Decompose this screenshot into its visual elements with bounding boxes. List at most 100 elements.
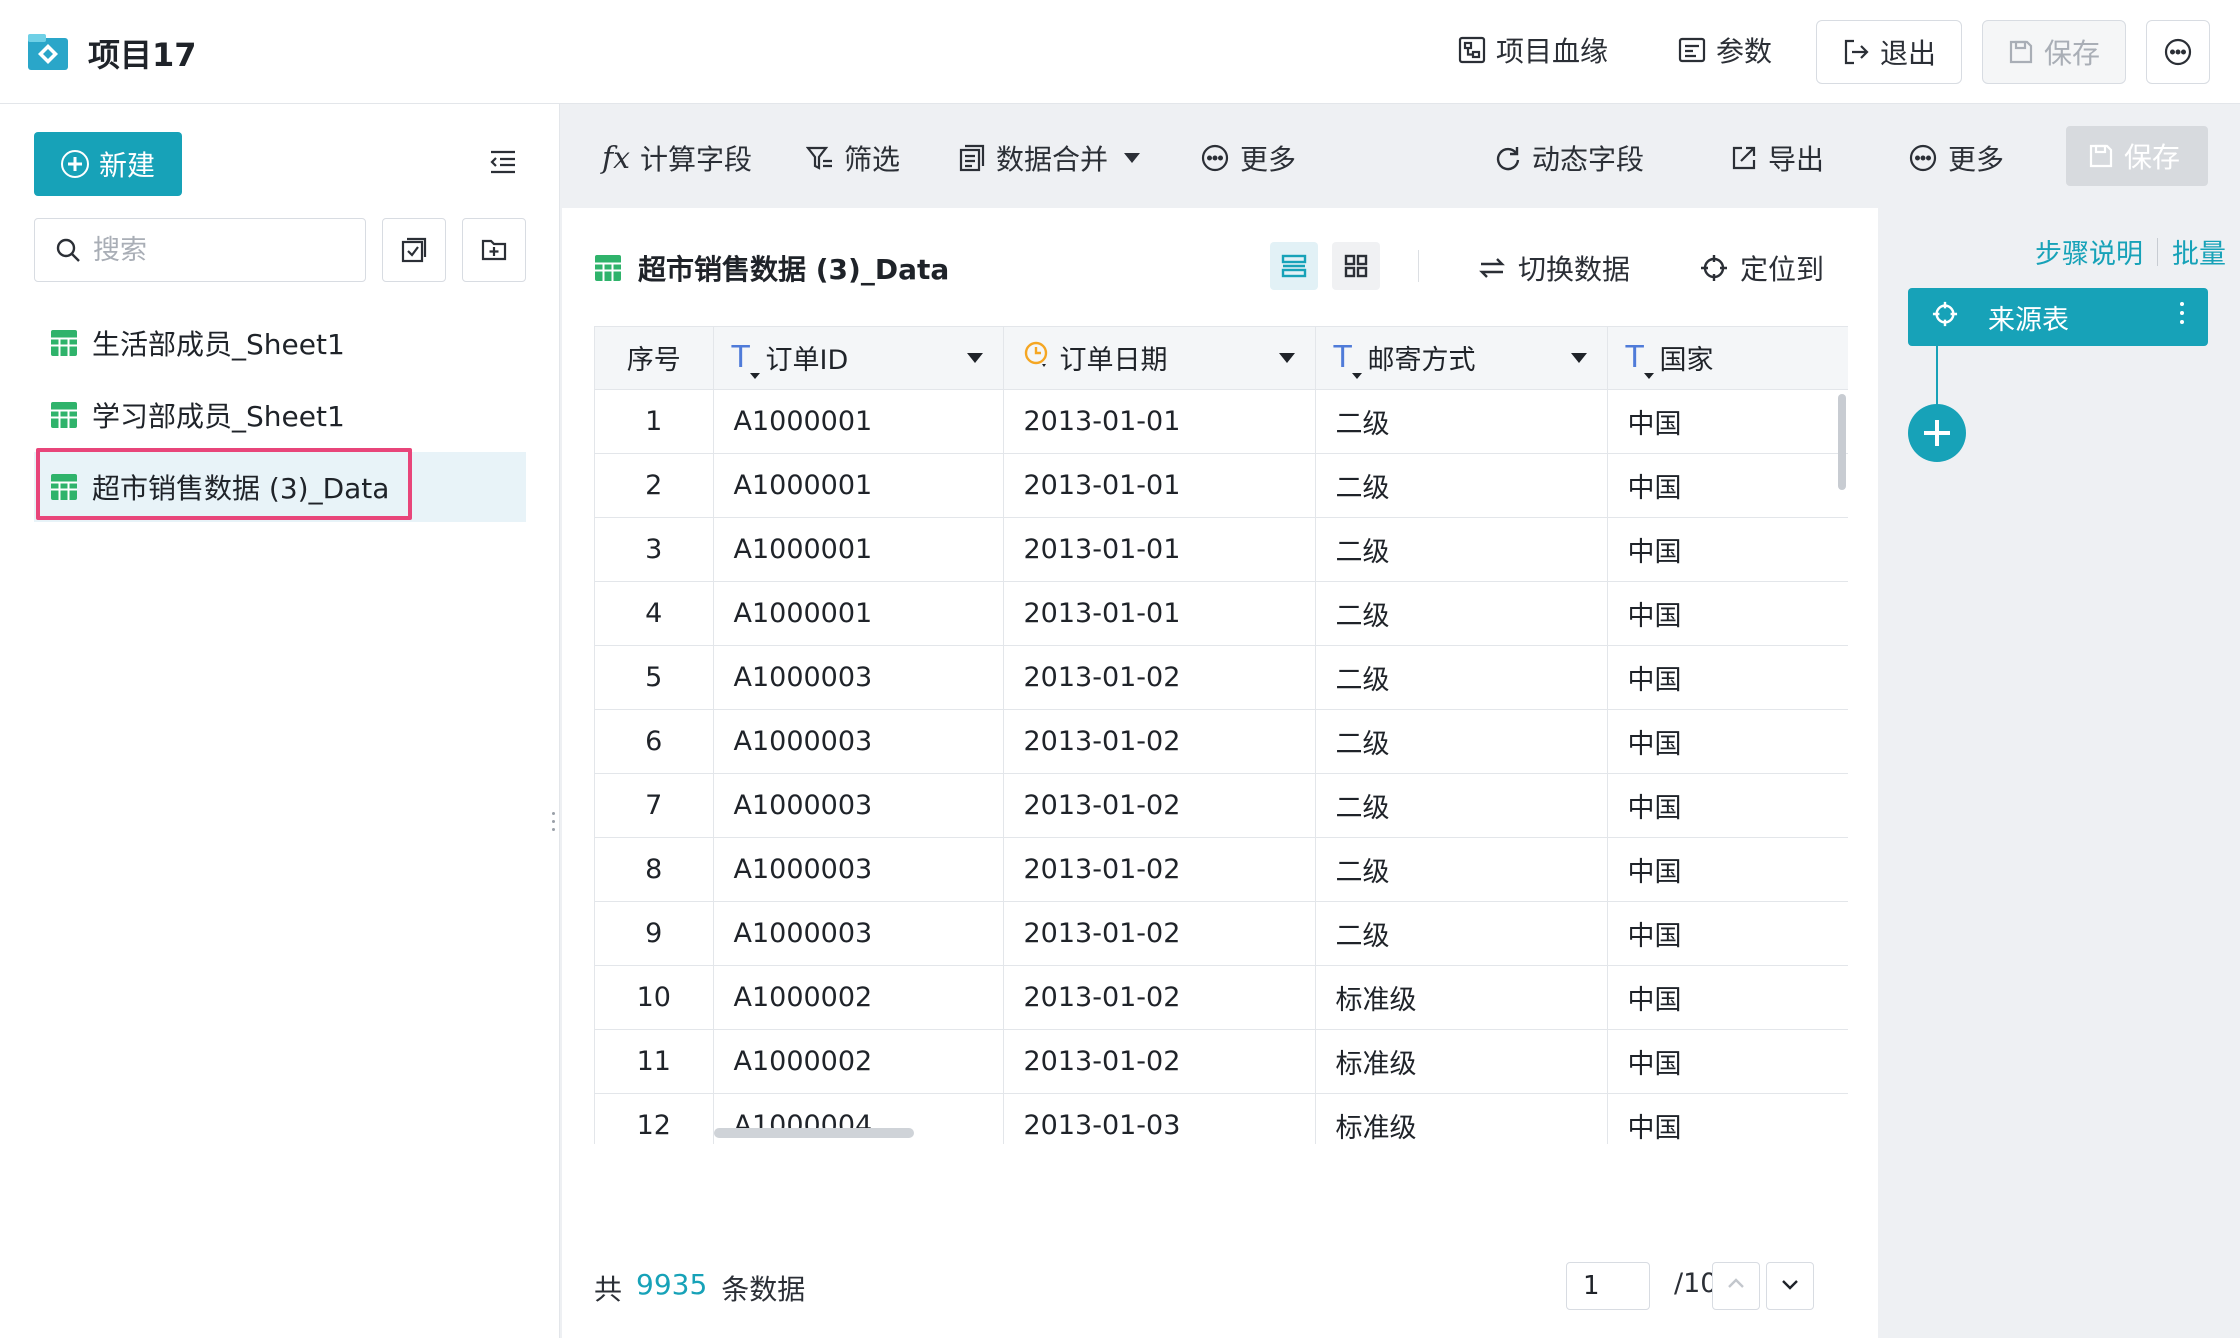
step-explain-link[interactable]: 步骤说明 [2035, 232, 2143, 271]
table-cell[interactable]: 二级 [1315, 901, 1608, 966]
table-cell[interactable]: 2013-01-01 [1003, 581, 1316, 646]
table-cell[interactable]: 5 [595, 645, 714, 710]
table-cell[interactable]: A1000003 [713, 773, 1004, 838]
column-menu-dropdown[interactable] [1271, 342, 1303, 374]
table-cell[interactable]: 标准级 [1315, 1029, 1608, 1094]
table-cell[interactable]: 9 [595, 901, 714, 966]
add-step-button[interactable] [1908, 404, 1966, 462]
table-cell[interactable]: 中国 [1607, 453, 1848, 518]
new-folder-button[interactable] [462, 218, 526, 282]
panel-resize-handle[interactable] [552, 812, 556, 840]
toolbar-save-button[interactable]: 保存 [2066, 126, 2208, 186]
table-cell[interactable]: 2013-01-02 [1003, 837, 1316, 902]
table-cell[interactable]: A1000001 [713, 517, 1004, 582]
collapse-sidebar-icon[interactable] [488, 148, 518, 176]
table-cell[interactable]: 中国 [1607, 645, 1848, 710]
batch-select-button[interactable] [382, 218, 446, 282]
column-menu-dropdown[interactable] [1563, 342, 1595, 374]
search-input[interactable] [93, 234, 343, 266]
table-cell[interactable]: 2013-01-01 [1003, 517, 1316, 582]
table-cell[interactable]: 二级 [1315, 709, 1608, 774]
table-cell[interactable]: 二级 [1315, 389, 1608, 454]
table-cell[interactable]: 中国 [1607, 389, 1848, 454]
horizontal-scrollbar[interactable] [714, 1128, 914, 1138]
calc-field-button[interactable]: fx 计算字段 [602, 138, 752, 178]
table-cell[interactable]: 11 [595, 1029, 714, 1094]
tree-item-sheet[interactable]: 学习部成员_Sheet1 [34, 380, 526, 450]
prev-page-button[interactable] [1712, 1262, 1760, 1310]
table-cell[interactable]: A1000003 [713, 709, 1004, 774]
table-cell[interactable]: 中国 [1607, 1093, 1848, 1144]
table-cell[interactable]: 中国 [1607, 773, 1848, 838]
table-cell[interactable]: 10 [595, 965, 714, 1030]
switch-data-button[interactable]: 切换数据 [1478, 248, 1630, 288]
table-cell[interactable]: 2013-01-01 [1003, 453, 1316, 518]
list-view-toggle[interactable] [1270, 242, 1318, 290]
project-lineage-link[interactable]: 项目血缘 [1458, 30, 1608, 70]
table-cell[interactable]: A1000003 [713, 901, 1004, 966]
table-cell[interactable]: 二级 [1315, 837, 1608, 902]
table-cell[interactable]: 标准级 [1315, 965, 1608, 1030]
batch-link[interactable]: 批量 [2172, 232, 2226, 271]
table-cell[interactable]: 中国 [1607, 901, 1848, 966]
table-cell[interactable]: A1000003 [713, 645, 1004, 710]
table-cell[interactable]: 中国 [1607, 965, 1848, 1030]
new-button[interactable]: 新建 [34, 132, 182, 196]
table-cell[interactable]: 2013-01-02 [1003, 645, 1316, 710]
table-cell[interactable]: A1000001 [713, 389, 1004, 454]
step-source-table[interactable]: 来源表 [1908, 288, 2208, 346]
table-cell[interactable]: 二级 [1315, 773, 1608, 838]
table-cell[interactable]: A1000001 [713, 581, 1004, 646]
export-button[interactable]: 导出 [1730, 138, 1824, 178]
table-cell[interactable]: 中国 [1607, 709, 1848, 774]
table-cell[interactable]: 1 [595, 389, 714, 454]
locate-button[interactable]: 定位到 [1700, 248, 1824, 288]
table-cell[interactable]: 2013-01-02 [1003, 773, 1316, 838]
table-cell[interactable]: 2013-01-01 [1003, 389, 1316, 454]
table-cell[interactable]: 中国 [1607, 581, 1848, 646]
table-cell[interactable]: 2013-01-02 [1003, 1029, 1316, 1094]
table-cell[interactable]: 2013-01-02 [1003, 901, 1316, 966]
more-right-button[interactable]: 更多 [1908, 138, 2004, 178]
table-cell[interactable]: 中国 [1607, 517, 1848, 582]
page-number-input[interactable]: 1 [1566, 1262, 1650, 1310]
more-left-button[interactable]: 更多 [1200, 138, 1296, 178]
table-cell[interactable]: 中国 [1607, 1029, 1848, 1094]
table-cell[interactable]: 二级 [1315, 517, 1608, 582]
column-header-order-date[interactable]: 订单日期 [1003, 327, 1316, 390]
table-cell[interactable]: 6 [595, 709, 714, 774]
tree-item-sheet[interactable]: 生活部成员_Sheet1 [34, 308, 526, 378]
table-cell[interactable]: 12 [595, 1093, 714, 1144]
table-cell[interactable]: 2013-01-02 [1003, 965, 1316, 1030]
table-cell[interactable]: 3 [595, 517, 714, 582]
table-cell[interactable]: 2 [595, 453, 714, 518]
table-cell[interactable]: A1000002 [713, 1029, 1004, 1094]
header-save-button[interactable]: 保存 [1982, 20, 2126, 84]
table-cell[interactable]: A1000002 [713, 965, 1004, 1030]
table-cell[interactable]: 二级 [1315, 581, 1608, 646]
filter-button[interactable]: 筛选 [806, 138, 900, 178]
table-cell[interactable]: 2013-01-02 [1003, 709, 1316, 774]
table-cell[interactable]: 4 [595, 581, 714, 646]
table-cell[interactable]: 7 [595, 773, 714, 838]
search-box[interactable] [34, 218, 366, 282]
column-header-country[interactable]: T 国家 [1607, 327, 1848, 390]
dynamic-field-button[interactable]: 动态字段 [1494, 138, 1644, 178]
column-header-order-id[interactable]: T 订单ID [713, 327, 1004, 390]
table-cell[interactable]: A1000001 [713, 453, 1004, 518]
table-cell[interactable]: A1000003 [713, 837, 1004, 902]
table-cell[interactable]: 二级 [1315, 453, 1608, 518]
table-cell[interactable]: 标准级 [1315, 1093, 1608, 1144]
table-cell[interactable]: 8 [595, 837, 714, 902]
merge-data-dropdown[interactable]: 数据合并 [958, 138, 1141, 178]
header-more-button[interactable] [2146, 20, 2210, 84]
table-cell[interactable]: 2013-01-03 [1003, 1093, 1316, 1144]
table-cell[interactable]: 二级 [1315, 645, 1608, 710]
params-link[interactable]: 参数 [1678, 30, 1772, 70]
tree-item-selected[interactable]: 超市销售数据 (3)_Data [34, 448, 526, 522]
next-page-button[interactable] [1766, 1262, 1814, 1310]
table-cell[interactable]: 中国 [1607, 837, 1848, 902]
grid-view-toggle[interactable] [1332, 242, 1380, 290]
step-menu-icon[interactable] [2180, 302, 2184, 329]
exit-button[interactable]: 退出 [1816, 20, 1962, 84]
